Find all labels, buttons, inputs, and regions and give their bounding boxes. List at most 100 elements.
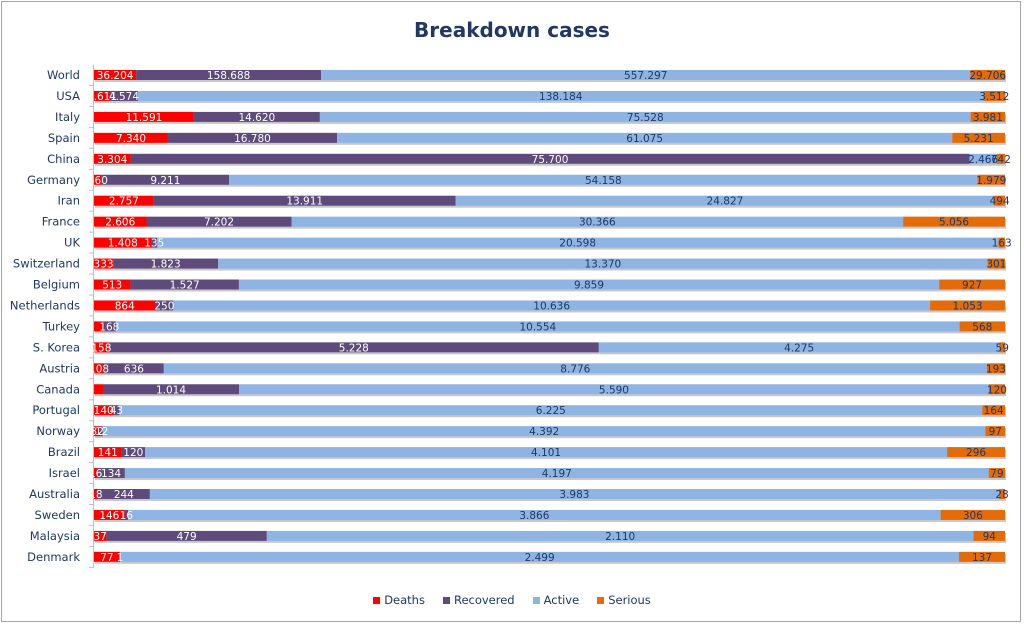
data-label-serious: 5.231 <box>964 133 994 145</box>
data-label-serious: 3.981 <box>973 112 1003 124</box>
data-label-active: 2.110 <box>605 531 635 543</box>
category-label: Australia <box>29 487 80 501</box>
data-label-active: 5.590 <box>599 384 629 396</box>
data-label-serious: 1.053 <box>953 300 983 312</box>
category-label: France <box>42 215 80 229</box>
data-label-active: 2.499 <box>525 552 555 564</box>
data-label-recovered: 13.911 <box>286 196 323 208</box>
data-label-deaths: 3.304 <box>97 154 127 166</box>
data-label-serious: 301 <box>986 259 1006 271</box>
legend-item-recovered: Recovered <box>442 593 515 607</box>
data-label-recovered: 7.202 <box>204 217 234 229</box>
legend-swatch <box>442 596 450 604</box>
data-label-active: 4.197 <box>542 468 572 480</box>
data-label-recovered: 16 <box>120 510 134 522</box>
data-label-serious: 29.706 <box>969 70 1006 82</box>
data-label-active: 4.101 <box>531 447 561 459</box>
data-label-deaths: 141 <box>98 447 118 459</box>
data-label-deaths: 77 <box>100 552 113 564</box>
data-label-recovered: 479 <box>177 531 197 543</box>
category-label: Austria <box>39 361 80 375</box>
data-label-serious: 3.512 <box>979 91 1009 103</box>
category-label: Israel <box>49 466 80 480</box>
data-label-serious: 296 <box>966 447 986 459</box>
legend-label: Active <box>543 593 580 607</box>
data-label-recovered: 636 <box>124 363 144 375</box>
data-label-serious: 120 <box>987 384 1007 396</box>
legend-item-serious: Serious <box>597 593 651 607</box>
legend-swatch <box>532 596 540 604</box>
bar-segment-deaths <box>94 384 103 395</box>
category-label: Denmark <box>27 550 80 564</box>
data-label-deaths: 36.204 <box>97 70 134 82</box>
data-label-deaths: 513 <box>102 280 122 292</box>
category-label: Turkey <box>42 319 81 333</box>
category-label: S. Korea <box>33 340 80 354</box>
data-label-serious: 137 <box>972 552 992 564</box>
data-label-serious: 193 <box>986 363 1006 375</box>
category-label: Brazil <box>48 445 80 459</box>
data-label-recovered: 244 <box>114 489 134 501</box>
legend-swatch <box>373 596 381 604</box>
data-label-active: 30.366 <box>579 217 616 229</box>
data-label-deaths: 146 <box>99 510 119 522</box>
data-label-deaths: 2.757 <box>109 196 139 208</box>
legend-swatch <box>597 596 605 604</box>
data-label-recovered: 1.527 <box>170 280 200 292</box>
data-label-active: 10.636 <box>533 300 570 312</box>
data-label-recovered: 12 <box>95 426 108 438</box>
data-label-serious: 79 <box>990 468 1003 480</box>
category-label: Switzerland <box>13 257 80 271</box>
legend-item-deaths: Deaths <box>373 593 425 607</box>
category-label: USA <box>56 89 80 103</box>
legend-label: Recovered <box>453 593 515 607</box>
category-label: Norway <box>36 424 80 438</box>
data-label-recovered: 43 <box>110 405 123 417</box>
data-label-active: 138.184 <box>539 91 583 103</box>
category-label: Sweden <box>35 508 80 522</box>
data-label-active: 20.598 <box>559 238 596 250</box>
data-label-serious: 28 <box>995 489 1008 501</box>
category-label: Iran <box>58 194 80 208</box>
data-label-active: 3.866 <box>519 510 549 522</box>
data-label-active: 557.297 <box>624 70 667 82</box>
data-label-deaths: 333 <box>94 259 114 271</box>
data-label-recovered: 158.688 <box>207 70 250 82</box>
data-label-deaths: 1.408 <box>108 238 138 250</box>
data-label-serious: 59 <box>996 342 1009 354</box>
data-label-recovered: 75.700 <box>532 154 569 166</box>
data-label-serious: 1.979 <box>976 175 1006 187</box>
data-label-recovered: 5.228 <box>339 342 369 354</box>
data-label-active: 6.225 <box>536 405 566 417</box>
category-label: Netherlands <box>10 298 80 312</box>
category-label: Germany <box>27 173 80 187</box>
category-label: Portugal <box>32 403 80 417</box>
data-label-recovered: 135 <box>144 238 164 250</box>
data-label-deaths: 864 <box>115 300 135 312</box>
category-label: World <box>47 68 80 82</box>
data-label-serious: 5.056 <box>939 217 969 229</box>
data-label-deaths: 2.606 <box>105 217 135 229</box>
data-label-deaths: 108 <box>89 363 109 375</box>
data-label-recovered: 9.211 <box>150 175 180 187</box>
category-label: Belgium <box>33 278 80 292</box>
data-label-recovered: 1.014 <box>156 384 186 396</box>
data-label-serious: 742 <box>991 154 1011 166</box>
data-label-active: 9.859 <box>574 280 604 292</box>
category-label: Canada <box>36 382 80 396</box>
data-label-deaths: 18 <box>89 489 102 501</box>
data-label-deaths: 11.591 <box>126 112 163 124</box>
data-label-serious: 568 <box>972 321 992 333</box>
data-label-serious: 306 <box>963 510 983 522</box>
category-label: China <box>47 152 80 166</box>
data-label-serious: 494 <box>990 196 1010 208</box>
data-label-active: 75.528 <box>627 112 664 124</box>
data-label-recovered: 250 <box>154 300 174 312</box>
category-label: Malaysia <box>30 529 80 543</box>
data-label-recovered: 16.780 <box>234 133 271 145</box>
data-label-active: 24.827 <box>707 196 744 208</box>
category-label: Spain <box>48 131 80 145</box>
data-label-recovered: 120 <box>123 447 143 459</box>
chart-legend: Deaths Recovered Active Serious <box>0 593 1024 607</box>
category-label: Italy <box>55 110 80 124</box>
